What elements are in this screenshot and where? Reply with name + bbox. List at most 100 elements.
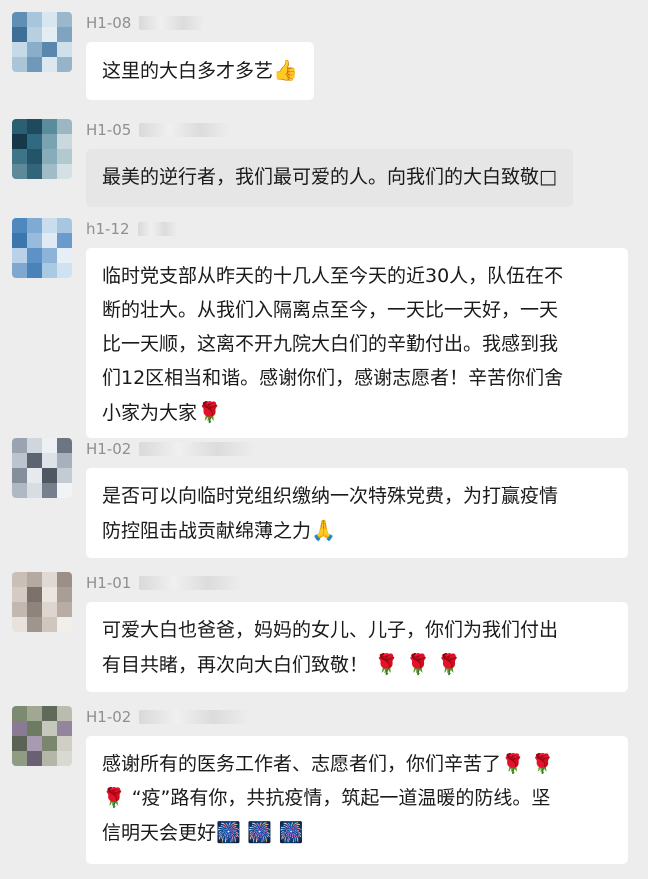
avatar-pixel <box>12 149 27 164</box>
blurred-avatar-icon[interactable] <box>12 218 72 278</box>
avatar-pixel <box>12 248 27 263</box>
avatar-pixel <box>27 42 42 57</box>
avatar-pixel <box>57 57 72 72</box>
avatar-pixel <box>42 134 57 149</box>
avatar-pixel <box>57 587 72 602</box>
message-text: 感谢所有的医务工作者、志愿者们，你们辛苦了🌹 🌹 🌹 “疫”路有你，共抗疫情，筑… <box>102 753 555 844</box>
message-bubble[interactable]: 感谢所有的医务工作者、志愿者们，你们辛苦了🌹 🌹 🌹 “疫”路有你，共抗疫情，筑… <box>86 736 628 864</box>
missing-glyph-icon: □ <box>539 166 557 188</box>
avatar-pixel <box>12 706 27 721</box>
avatar-pixel <box>27 751 42 766</box>
avatar-pixel <box>12 12 27 27</box>
avatar-pixel <box>57 42 72 57</box>
avatar-pixel <box>57 149 72 164</box>
avatar-pixel <box>42 706 57 721</box>
blurred-avatar-icon[interactable] <box>12 706 72 766</box>
blurred-avatar-icon[interactable] <box>12 119 72 179</box>
avatar-pixel <box>42 149 57 164</box>
avatar-pixel <box>42 572 57 587</box>
avatar-pixel <box>42 602 57 617</box>
avatar-pixel <box>27 468 42 483</box>
redacted-name-bar <box>139 123 232 137</box>
avatar-pixel <box>57 164 72 179</box>
avatar-pixel <box>57 721 72 736</box>
avatar-pixel <box>12 572 27 587</box>
avatar-pixel <box>27 602 42 617</box>
message-bubble[interactable]: 这里的大白多才多艺👍 <box>86 42 314 100</box>
avatar-pixel <box>27 119 42 134</box>
avatar-pixel <box>12 602 27 617</box>
sender-name: H1-02 <box>86 706 252 728</box>
sender-name: H1-02 <box>86 438 258 460</box>
avatar-pixel <box>42 12 57 27</box>
avatar-pixel <box>42 164 57 179</box>
avatar-pixel <box>57 483 72 498</box>
avatar-pixel <box>57 438 72 453</box>
avatar-pixel <box>42 27 57 42</box>
avatar-pixel <box>57 736 72 751</box>
avatar-pixel <box>27 218 42 233</box>
avatar-pixel <box>57 218 72 233</box>
message-bubble[interactable]: 最美的逆行者，我们最可爱的人。向我们的大白致敬□ <box>86 149 573 207</box>
avatar-pixel <box>27 721 42 736</box>
message-text: 这里的大白多才多艺 <box>102 60 274 82</box>
sender-name: H1-05 <box>86 119 232 141</box>
avatar-pixel <box>27 572 42 587</box>
blurred-avatar-icon[interactable] <box>12 572 72 632</box>
message-bubble[interactable]: 是否可以向临时党组织缴纳一次特殊党费，为打赢疫情 防控阻击战贡献绵薄之力🙏 <box>86 468 628 558</box>
avatar-pixel <box>27 12 42 27</box>
avatar-pixel <box>42 453 57 468</box>
avatar-pixel <box>57 602 72 617</box>
avatar-pixel <box>27 164 42 179</box>
avatar-pixel <box>57 134 72 149</box>
blurred-avatar-icon[interactable] <box>12 438 72 498</box>
avatar-pixel <box>27 453 42 468</box>
redacted-name-bar <box>139 16 206 30</box>
avatar-pixel <box>57 453 72 468</box>
avatar-pixel <box>57 119 72 134</box>
blurred-avatar-icon[interactable] <box>12 12 72 72</box>
rose-icon: 🌹 🌹 🌹 <box>368 652 462 676</box>
avatar-pixel <box>27 617 42 632</box>
avatar-pixel <box>12 27 27 42</box>
avatar-pixel <box>57 706 72 721</box>
avatar-pixel <box>12 164 27 179</box>
avatar-pixel <box>27 706 42 721</box>
sender-label: H1-08 <box>86 14 132 32</box>
avatar-pixel <box>12 483 27 498</box>
avatar-pixel <box>27 57 42 72</box>
sender-label: H1-01 <box>86 574 132 592</box>
avatar-pixel <box>42 42 57 57</box>
avatar-pixel <box>42 233 57 248</box>
avatar-pixel <box>42 617 57 632</box>
avatar-pixel <box>57 27 72 42</box>
avatar-pixel <box>27 134 42 149</box>
avatar-pixel <box>57 617 72 632</box>
rose-icon: 🌹 <box>197 400 222 424</box>
redacted-name-bar <box>139 576 244 590</box>
avatar-pixel <box>42 721 57 736</box>
avatar-pixel <box>42 248 57 263</box>
avatar-pixel <box>27 248 42 263</box>
folded-hands-icon: 🙏 <box>311 518 336 542</box>
avatar-pixel <box>12 42 27 57</box>
message-text: 临时党支部从昨天的十几人至今天的近30人，队伍在不 断的壮大。从我们入隔离点至今… <box>102 265 564 424</box>
avatar-pixel <box>42 263 57 278</box>
message-bubble[interactable]: 临时党支部从昨天的十几人至今天的近30人，队伍在不 断的壮大。从我们入隔离点至今… <box>86 248 628 438</box>
redacted-name-bar <box>137 222 178 236</box>
avatar-pixel <box>27 263 42 278</box>
avatar-pixel <box>42 438 57 453</box>
avatar-pixel <box>57 233 72 248</box>
avatar-pixel <box>27 233 42 248</box>
avatar-pixel <box>42 57 57 72</box>
sender-label: H1-05 <box>86 121 132 139</box>
avatar-pixel <box>42 218 57 233</box>
avatar-pixel <box>57 468 72 483</box>
avatar-pixel <box>57 248 72 263</box>
avatar-pixel <box>27 736 42 751</box>
avatar-pixel <box>42 483 57 498</box>
avatar-pixel <box>12 721 27 736</box>
message-bubble[interactable]: 可爱大白也爸爸，妈妈的女儿、儿子，你们为我们付出 有目共睹，再次向大白们致敬！ … <box>86 602 628 692</box>
avatar-pixel <box>12 736 27 751</box>
avatar-pixel <box>42 587 57 602</box>
